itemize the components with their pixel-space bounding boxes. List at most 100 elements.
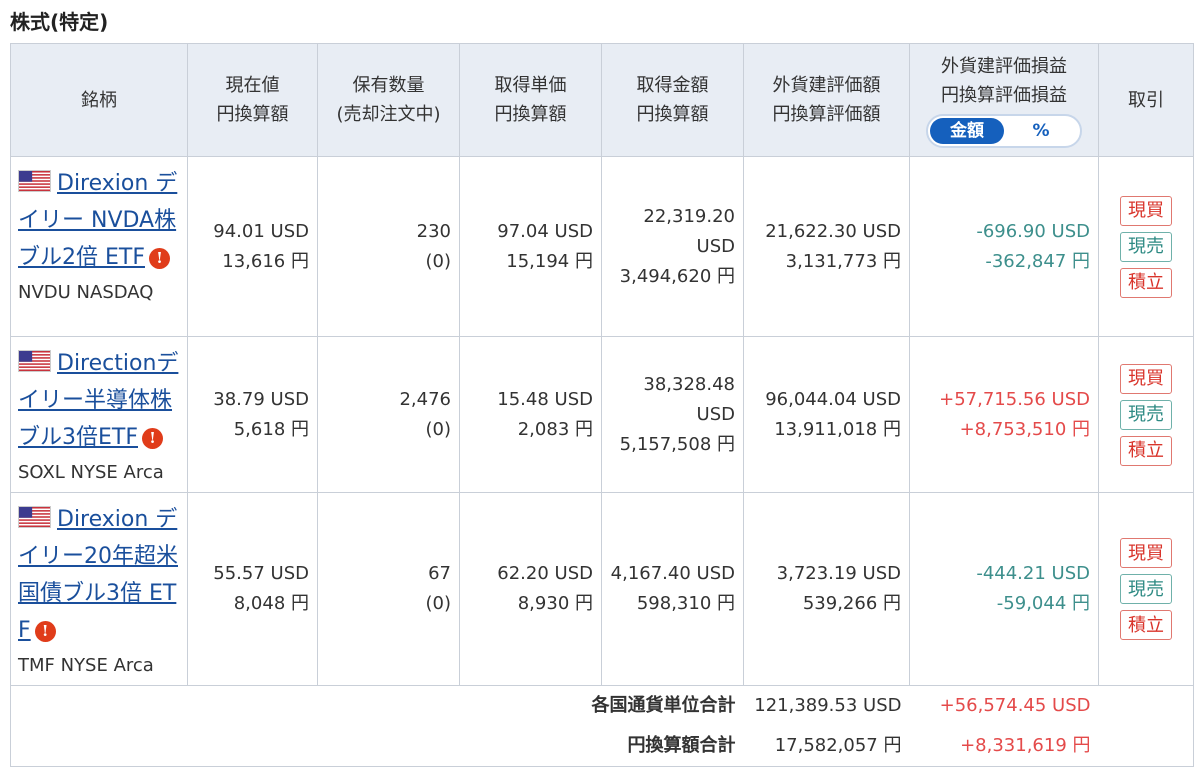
price-jpy: 5,618 円 xyxy=(233,418,309,440)
trade-cell: 現買 現売 積立 xyxy=(1098,492,1194,686)
header-qty: 保有数量 (売却注文中) xyxy=(317,43,460,157)
header-name: 銘柄 xyxy=(10,43,188,157)
valuation-usd: 96,044.04 USD xyxy=(765,388,901,410)
unit-cost-usd: 62.20 USD xyxy=(497,563,593,584)
unit-cost-cell: 97.04 USD 15,194 円 xyxy=(459,156,602,337)
accumulate-button[interactable]: 積立 xyxy=(1120,435,1172,466)
qty-selling: (0) xyxy=(425,418,452,440)
qty: 2,476 xyxy=(399,388,451,410)
stock-name-line: Direxion デ xyxy=(57,171,178,196)
pnl-usd: +57,715.56 USD xyxy=(939,388,1090,410)
valuation-cell: 3,723.19 USD 539,266 円 xyxy=(743,492,910,686)
valuation-cell: 96,044.04 USD 13,911,018 円 xyxy=(743,336,910,493)
stock-name-cell: Direxion デイリー NVDA株 ブル2倍 ETF! NVDU NASDAQ xyxy=(10,156,188,337)
ticker-market: SOXL NYSE Arca xyxy=(18,462,164,483)
buy-button[interactable]: 現買 xyxy=(1120,195,1172,226)
total-jpy-value: 17,582,057 円 xyxy=(743,726,910,767)
toggle-percent[interactable]: % xyxy=(1004,118,1078,144)
pnl-jpy: -362,847 円 xyxy=(985,250,1090,272)
cost-jpy: 5,157,508 円 xyxy=(619,433,735,455)
stock-name-line: Directionデ xyxy=(57,351,179,376)
pnl-display-toggle[interactable]: 金額 % xyxy=(926,114,1082,148)
qty-cell: 230 (0) xyxy=(317,156,460,337)
us-flag-icon xyxy=(18,170,51,192)
header-cost-amount: 取得金額 円換算額 xyxy=(601,43,744,157)
qty: 67 xyxy=(428,563,451,584)
unit-cost-cell: 62.20 USD 8,930 円 xyxy=(459,492,602,686)
qty: 230 xyxy=(416,220,451,242)
holdings-table: 銘柄 現在値 円換算額 保有数量 (売却注文中) 取得単価 円換算額 取得金額 … xyxy=(10,43,1194,767)
stock-name-line: Direxion デ xyxy=(57,507,178,532)
price-jpy: 8,048 円 xyxy=(233,593,309,614)
pnl-jpy: -59,044 円 xyxy=(996,593,1090,614)
valuation-jpy: 539,266 円 xyxy=(802,593,901,614)
stock-name-line: イリー半導体株 xyxy=(18,388,173,413)
total-jpy-label: 円換算額合計 xyxy=(10,726,744,767)
pnl-usd: -444.21 USD xyxy=(976,563,1090,584)
qty-selling: (0) xyxy=(425,593,452,614)
buy-button[interactable]: 現買 xyxy=(1120,363,1172,394)
cost-usd-unit: USD xyxy=(696,403,735,425)
holding-row: Directionデイリー半導体株 ブル3倍ETF! SOXL NYSE Arca 3… xyxy=(10,336,1194,493)
valuation-jpy: 3,131,773 円 xyxy=(785,250,901,272)
total-currency-pnl: +56,574.45 USD xyxy=(909,685,1099,726)
us-flag-icon xyxy=(18,506,51,528)
buy-button[interactable]: 現買 xyxy=(1120,538,1172,568)
header-trade: 取引 xyxy=(1098,43,1194,157)
total-currency-row: 各国通貨単位合計 121,389.53 USD +56,574.45 USD xyxy=(10,685,1194,726)
pnl-cell: -444.21 USD -59,044 円 xyxy=(909,492,1099,686)
holding-row: Direxion デイリー NVDA株 ブル2倍 ETF! NVDU NASDAQ 9… xyxy=(10,156,1194,337)
unit-cost-usd: 15.48 USD xyxy=(497,388,593,410)
sell-button[interactable]: 現売 xyxy=(1120,231,1172,262)
price-usd: 38.79 USD xyxy=(213,388,309,410)
total-jpy-pnl: +8,331,619 円 xyxy=(909,726,1099,767)
accumulate-button[interactable]: 積立 xyxy=(1120,610,1172,640)
unit-cost-cell: 15.48 USD 2,083 円 xyxy=(459,336,602,493)
stock-name-line: 国債ブル3倍 ET xyxy=(18,581,177,606)
toggle-amount[interactable]: 金額 xyxy=(930,118,1004,144)
info-icon[interactable]: ! xyxy=(142,428,163,449)
header-pnl: 外貨建評価損益 円換算評価損益 金額 % xyxy=(909,43,1099,157)
price-usd: 55.57 USD xyxy=(213,563,309,584)
stock-name-line: ブル2倍 ETF xyxy=(18,245,145,270)
price-cell: 94.01 USD 13,616 円 xyxy=(187,156,318,337)
stock-name-line: F xyxy=(18,618,31,643)
ticker-market: NVDU NASDAQ xyxy=(18,282,154,303)
unit-cost-jpy: 2,083 円 xyxy=(517,418,593,440)
qty-selling: (0) xyxy=(425,250,452,272)
price-cell: 38.79 USD 5,618 円 xyxy=(187,336,318,493)
cost-amount-cell: 38,328.48 USD 5,157,508 円 xyxy=(601,336,744,493)
pnl-cell: +57,715.56 USD +8,753,510 円 xyxy=(909,336,1099,493)
price-jpy: 13,616 円 xyxy=(222,250,309,272)
stock-name-line: ブル3倍ETF xyxy=(18,425,138,450)
info-icon[interactable]: ! xyxy=(34,621,56,642)
sell-button[interactable]: 現売 xyxy=(1120,399,1172,430)
cost-usd: 38,328.48 xyxy=(643,373,735,395)
cost-jpy: 3,494,620 円 xyxy=(619,265,735,287)
price-cell: 55.57 USD 8,048 円 xyxy=(187,492,318,686)
price-usd: 94.01 USD xyxy=(213,220,309,242)
trade-cell: 現買 現売 積立 xyxy=(1098,156,1194,337)
unit-cost-jpy: 8,930 円 xyxy=(517,593,593,614)
pnl-jpy: +8,753,510 円 xyxy=(959,418,1090,440)
us-flag-icon xyxy=(18,350,51,372)
unit-cost-usd: 97.04 USD xyxy=(497,220,593,242)
stock-name-cell: Directionデイリー半導体株 ブル3倍ETF! SOXL NYSE Arca xyxy=(10,336,188,493)
info-icon[interactable]: ! xyxy=(148,248,170,269)
section-title: 株式(特定) xyxy=(10,10,109,34)
qty-cell: 2,476 (0) xyxy=(317,336,460,493)
sell-button[interactable]: 現売 xyxy=(1120,574,1172,604)
valuation-usd: 21,622.30 USD xyxy=(765,220,901,242)
cost-amount-cell: 22,319.20 USD 3,494,620 円 xyxy=(601,156,744,337)
accumulate-button[interactable]: 積立 xyxy=(1120,267,1172,298)
cost-amount-cell: 4,167.40 USD 598,310 円 xyxy=(601,492,744,686)
total-currency-label: 各国通貨単位合計 xyxy=(10,685,744,726)
pnl-cell: -696.90 USD -362,847 円 xyxy=(909,156,1099,337)
valuation-jpy: 13,911,018 円 xyxy=(774,418,901,440)
cost-usd: 22,319.20 xyxy=(643,205,735,227)
header-row: 銘柄 現在値 円換算額 保有数量 (売却注文中) 取得単価 円換算額 取得金額 … xyxy=(10,43,1194,157)
stock-name-line: イリー NVDA株 xyxy=(18,208,177,233)
cost-usd: 4,167.40 USD xyxy=(610,563,735,584)
ticker-market: TMF NYSE Arca xyxy=(18,655,154,676)
total-jpy-row: 円換算額合計 17,582,057 円 +8,331,619 円 xyxy=(10,726,1194,767)
